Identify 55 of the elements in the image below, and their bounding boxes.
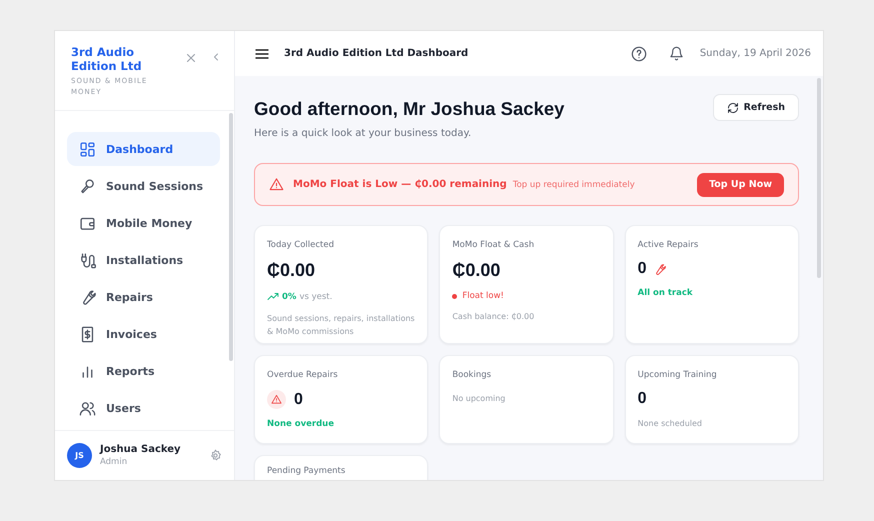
scrollbar[interactable]: [817, 78, 821, 278]
card-value: 0: [638, 390, 647, 408]
card-value: ₵0.00: [452, 260, 500, 281]
avatar: JS: [67, 443, 92, 468]
refresh-button[interactable]: Refresh: [712, 94, 799, 121]
card-note: Cash balance: ₵0.00: [452, 311, 536, 323]
nav-item[interactable]: Repairs: [67, 280, 220, 314]
bell-icon[interactable]: [668, 46, 684, 61]
status-dot: [452, 294, 458, 298]
date-label: Sunday, 19 April 2026: [700, 48, 811, 59]
page-title: 3rd Audio Edition Ltd Dashboard: [284, 48, 468, 59]
card-note: No upcoming: [452, 393, 506, 405]
trend-up-icon: [267, 291, 279, 303]
nav-item[interactable]: Dashboard: [67, 132, 220, 166]
cable-icon: [79, 252, 96, 268]
card-value: ₵0.00: [267, 260, 316, 281]
greeting-title: Good afternoon, Mr Joshua Sackey: [254, 98, 564, 120]
close-icon[interactable]: [184, 51, 198, 65]
status-text: All on track: [638, 288, 693, 298]
card-label: MoMo Float & Cash: [452, 240, 536, 250]
grid-icon: [79, 140, 96, 158]
greeting-subtitle: Here is a quick look at your business today.: [254, 128, 472, 139]
card-note: Sound sessions, repairs, installations & MoMo commissions: [267, 313, 416, 338]
users-icon: [79, 400, 96, 416]
card-label: Pending Payments: [267, 466, 346, 476]
warning-icon: [267, 390, 286, 409]
brand-name: 3rd Audio Edition Ltd: [71, 45, 143, 73]
nav-item[interactable]: Reports: [67, 354, 220, 388]
user-role: Admin: [100, 457, 128, 467]
nav-item[interactable]: Mobile Money: [67, 206, 220, 240]
card-value: 0: [294, 390, 303, 408]
help-icon[interactable]: [630, 46, 647, 62]
alert-detail: Top up required immediately: [512, 180, 635, 190]
card-label: Upcoming Training: [638, 370, 718, 380]
nav-item[interactable]: Installations: [67, 243, 220, 277]
nav-item[interactable]: Invoices: [67, 317, 220, 351]
card-value: 0: [638, 260, 647, 278]
card-label: Overdue Repairs: [267, 370, 339, 380]
trend-value: 0%: [282, 292, 296, 302]
nav-item[interactable]: Sound Sessions: [67, 169, 220, 203]
refresh-icon: [726, 102, 739, 114]
status-text: None overdue: [267, 419, 334, 429]
nav-item[interactable]: Users: [67, 391, 220, 425]
card-label: Today Collected: [267, 240, 336, 250]
receipt-icon: [79, 326, 96, 342]
card-label: Bookings: [452, 370, 492, 380]
trend-text: vs yest.: [299, 292, 332, 302]
warning-icon: [269, 177, 284, 192]
status-text: Float low!: [462, 291, 504, 301]
gear-icon[interactable]: [209, 449, 222, 462]
alert-title: MoMo Float is Low — ₵0.00 remaining: [293, 179, 507, 190]
user-name: Joshua Sackey: [100, 444, 182, 455]
card-label: Active Repairs: [638, 240, 700, 250]
top-up-button[interactable]: Top Up Now: [697, 172, 784, 196]
card-note: None scheduled: [638, 418, 703, 430]
